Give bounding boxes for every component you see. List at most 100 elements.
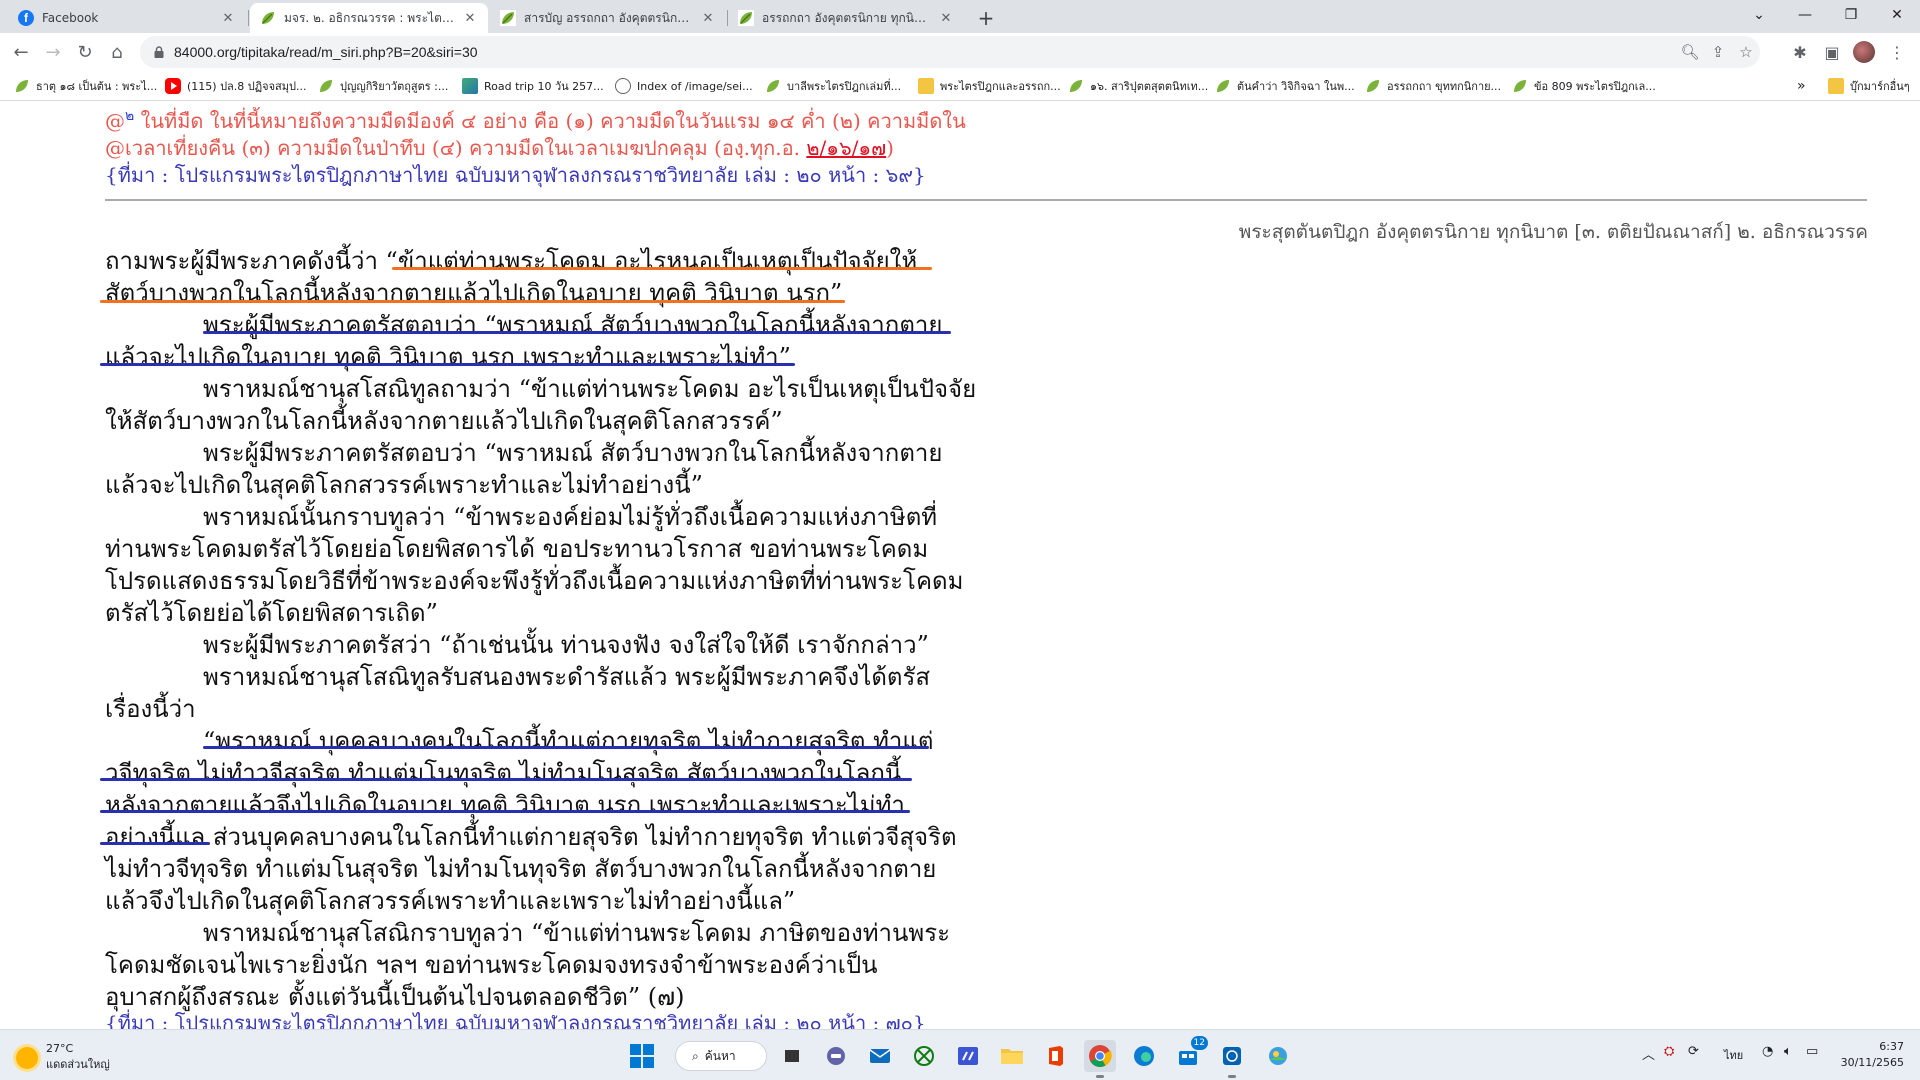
bookmark-item[interactable]: Index of /image/sei... [615, 76, 753, 96]
orange-underline [392, 267, 932, 270]
tab-title: Facebook [42, 11, 99, 25]
footnote-reference-link[interactable]: ๒/๑๖/๑๗ [806, 136, 886, 160]
close-icon[interactable]: ✕ [938, 11, 954, 26]
other-bookmarks-folder[interactable]: บุ๊กมาร์กอื่นๆ [1828, 76, 1910, 96]
folder-icon [1828, 78, 1844, 94]
bookmark-item[interactable]: (115) ปล.8 ปฏิจจสมุป... [165, 76, 307, 96]
footnote-number[interactable]: ๒ [125, 108, 134, 124]
file-explorer-icon[interactable] [996, 1040, 1028, 1072]
clock-date: 30/11/2565 [1840, 1056, 1904, 1069]
bookmark-item[interactable]: บาลีพระไตรปิฎกเล่มที่... [765, 76, 901, 96]
tab-commentary[interactable]: อรรถกถา อังคุตตรนิกาย ทุกนิบาต ปฐ ✕ [728, 3, 964, 33]
windows-taskbar: 27°C แดดส่วนใหญ่ ⌕ ค้นหา 12 ︿ ⛭ ⟳ ไทย ◔ … [0, 1029, 1920, 1080]
weather-widget[interactable]: 27°C แดดส่วนใหญ่ [16, 1042, 110, 1073]
photos-icon[interactable] [1262, 1040, 1294, 1072]
bookmark-label: อรรถกถา ขุททกนิกาย... [1387, 80, 1502, 93]
start-button[interactable] [626, 1040, 658, 1072]
edge-icon[interactable] [1128, 1040, 1160, 1072]
bookmark-item[interactable]: ธาตุ ๑๘ เป็นต้น : พระไ... [14, 76, 157, 96]
back-arrow-icon[interactable]: ← [6, 37, 36, 67]
profile-avatar[interactable] [1849, 37, 1879, 67]
reload-icon[interactable]: ↻ [70, 37, 100, 67]
new-tab-button[interactable]: + [968, 3, 1004, 33]
leaf-icon [320, 80, 332, 92]
bookmark-item[interactable]: ต้นคำว่า วิจิกิจฉา ในพ... [1215, 76, 1355, 96]
image-icon [462, 78, 478, 94]
running-indicator [1228, 1075, 1236, 1078]
wifi-icon[interactable]: ◔ [1762, 1044, 1773, 1059]
tab-adhikarana-vagga[interactable]: มจร. ๒. อธิกรณวรรค : พระไตรปิฎกเล่ม ✕ [250, 3, 488, 33]
bookmark-item[interactable]: อรรถกถา ขุททกนิกาย... [1365, 76, 1501, 96]
page-content: @๒ ในที่มืด ในที่นี้หมายถึงความมืดมีองค์… [0, 101, 1920, 1029]
side-panel-icon[interactable]: ▣ [1817, 37, 1847, 67]
notification-badge: 12 [1190, 1036, 1208, 1050]
blue-underline [100, 363, 795, 366]
menu-kebab-icon[interactable]: ⋮ [1882, 37, 1912, 67]
bookmark-item[interactable]: Road trip 10 วัน 257... [462, 76, 604, 96]
store-icon[interactable]: 12 [1172, 1036, 1208, 1072]
taskbar-search[interactable]: ⌕ ค้นหา [675, 1041, 767, 1071]
weather-temperature: 27°C [46, 1042, 74, 1055]
bookmark-item[interactable]: ๑๖. สาริปุตตสุตตนิทเท... [1068, 76, 1208, 96]
star-bookmark-icon[interactable]: ☆ [1732, 38, 1760, 66]
clock-app-icon[interactable] [1216, 1040, 1248, 1078]
address-bar[interactable]: 84000.org/tipitaka/read/m_siri.php?B=20&… [140, 36, 1760, 68]
task-view-icon[interactable] [776, 1040, 808, 1072]
text-line: พราหมณ์ชานุสโสณิทูลรับสนองพระดำรัสแล้ว พ… [203, 663, 931, 691]
close-icon[interactable]: ✕ [700, 11, 716, 26]
minimize-icon[interactable]: — [1782, 0, 1828, 30]
avatar [1853, 41, 1875, 63]
footnote-marker: @ [105, 109, 125, 133]
taskbar-clock[interactable]: 6:37 30/11/2565 [1841, 1039, 1904, 1071]
bookmark-label: บาลีพระไตรปิฎกเล่มที่... [787, 80, 902, 93]
bookmark-label: พระไตรปิฎกและอรรถก... [940, 80, 1061, 93]
share-icon[interactable]: ⇪ [1704, 38, 1732, 66]
leaf-icon [767, 80, 779, 92]
zoom-icon[interactable]: 🔍︎ [1676, 38, 1704, 66]
lock-icon[interactable] [152, 45, 166, 59]
sync-tray-icon[interactable]: ⟳ [1688, 1044, 1699, 1059]
leaf-icon [16, 80, 28, 92]
url-text[interactable]: 84000.org/tipitaka/read/m_siri.php?B=20&… [174, 44, 1676, 60]
antivirus-tray-icon[interactable]: ⛭ [1664, 1044, 1674, 1059]
bookmarks-overflow-chevron-icon[interactable]: » [1797, 76, 1806, 96]
bookmark-item[interactable]: พระไตรปิฎกและอรรถก... [918, 76, 1061, 96]
windows-logo-icon [630, 1044, 654, 1068]
tab-contents[interactable]: สารบัญ อรรถกถา อังคุตตรนิกาย ทุกนิ ✕ [490, 3, 726, 33]
search-label: ค้นหา [704, 1048, 736, 1063]
home-icon[interactable]: ⌂ [102, 37, 132, 67]
bookmark-item[interactable]: ข้อ 809 พระไตรปิฎกเล... [1512, 76, 1656, 96]
bookmark-label: บุ๊กมาร์กอื่นๆ [1850, 80, 1910, 93]
clock-time: 6:37 [1879, 1040, 1904, 1053]
mail-icon[interactable] [864, 1040, 896, 1072]
folder-icon [918, 78, 934, 94]
math-app-icon[interactable] [952, 1040, 984, 1072]
bookmark-item[interactable]: ปุญญกิริยาวัตถุสูตร :... [318, 76, 448, 96]
browser-toolbar: ← → ↻ ⌂ 84000.org/tipitaka/read/m_siri.p… [0, 33, 1920, 71]
tab-strip: f Facebook ✕ มจร. ๒. อธิกรณวรรค : พระไตร… [0, 0, 1920, 33]
footnote-text: ในที่มืด ในที่นี้หมายถึงความมืดมีองค์ ๔ … [134, 109, 966, 133]
tab-search-chevron-icon[interactable]: ⌄ [1736, 0, 1782, 30]
forward-arrow-icon[interactable]: → [38, 37, 68, 67]
tab-facebook[interactable]: f Facebook ✕ [8, 3, 246, 33]
bookmark-label: ต้นคำว่า วิจิกิจฉา ในพ... [1237, 80, 1355, 93]
footnote-text: ) [886, 136, 894, 160]
close-icon[interactable]: ✕ [220, 11, 236, 26]
office-icon[interactable] [1040, 1040, 1072, 1072]
teams-chat-icon[interactable] [820, 1040, 852, 1072]
volume-icon[interactable]: 🔈︎ [1784, 1044, 1792, 1059]
extensions-puzzle-icon[interactable]: ✱ [1785, 37, 1815, 67]
close-icon[interactable]: ✕ [462, 11, 478, 26]
show-hidden-icons-chevron-icon[interactable]: ︿ [1642, 1044, 1655, 1063]
battery-icon[interactable]: ▭ [1806, 1044, 1818, 1059]
chrome-icon[interactable] [1084, 1040, 1116, 1078]
tab-title: มจร. ๒. อธิกรณวรรค : พระไตรปิฎกเล่ม [284, 10, 456, 25]
leaf-icon [1217, 80, 1229, 92]
leaf-icon [1070, 80, 1082, 92]
source-citation-top: {ที่มา : โปรแกรมพระไตรปิฎกภาษาไทย ฉบับมห… [105, 163, 926, 187]
language-indicator[interactable]: ไทย [1724, 1046, 1743, 1064]
page-header: พระสุตตันตปิฎก อังคุตตรนิกาย ทุกนิบาต [๓… [1238, 221, 1868, 243]
restore-icon[interactable]: ❐ [1828, 0, 1874, 30]
xbox-icon[interactable] [908, 1040, 940, 1072]
close-window-icon[interactable]: ✕ [1874, 0, 1920, 30]
